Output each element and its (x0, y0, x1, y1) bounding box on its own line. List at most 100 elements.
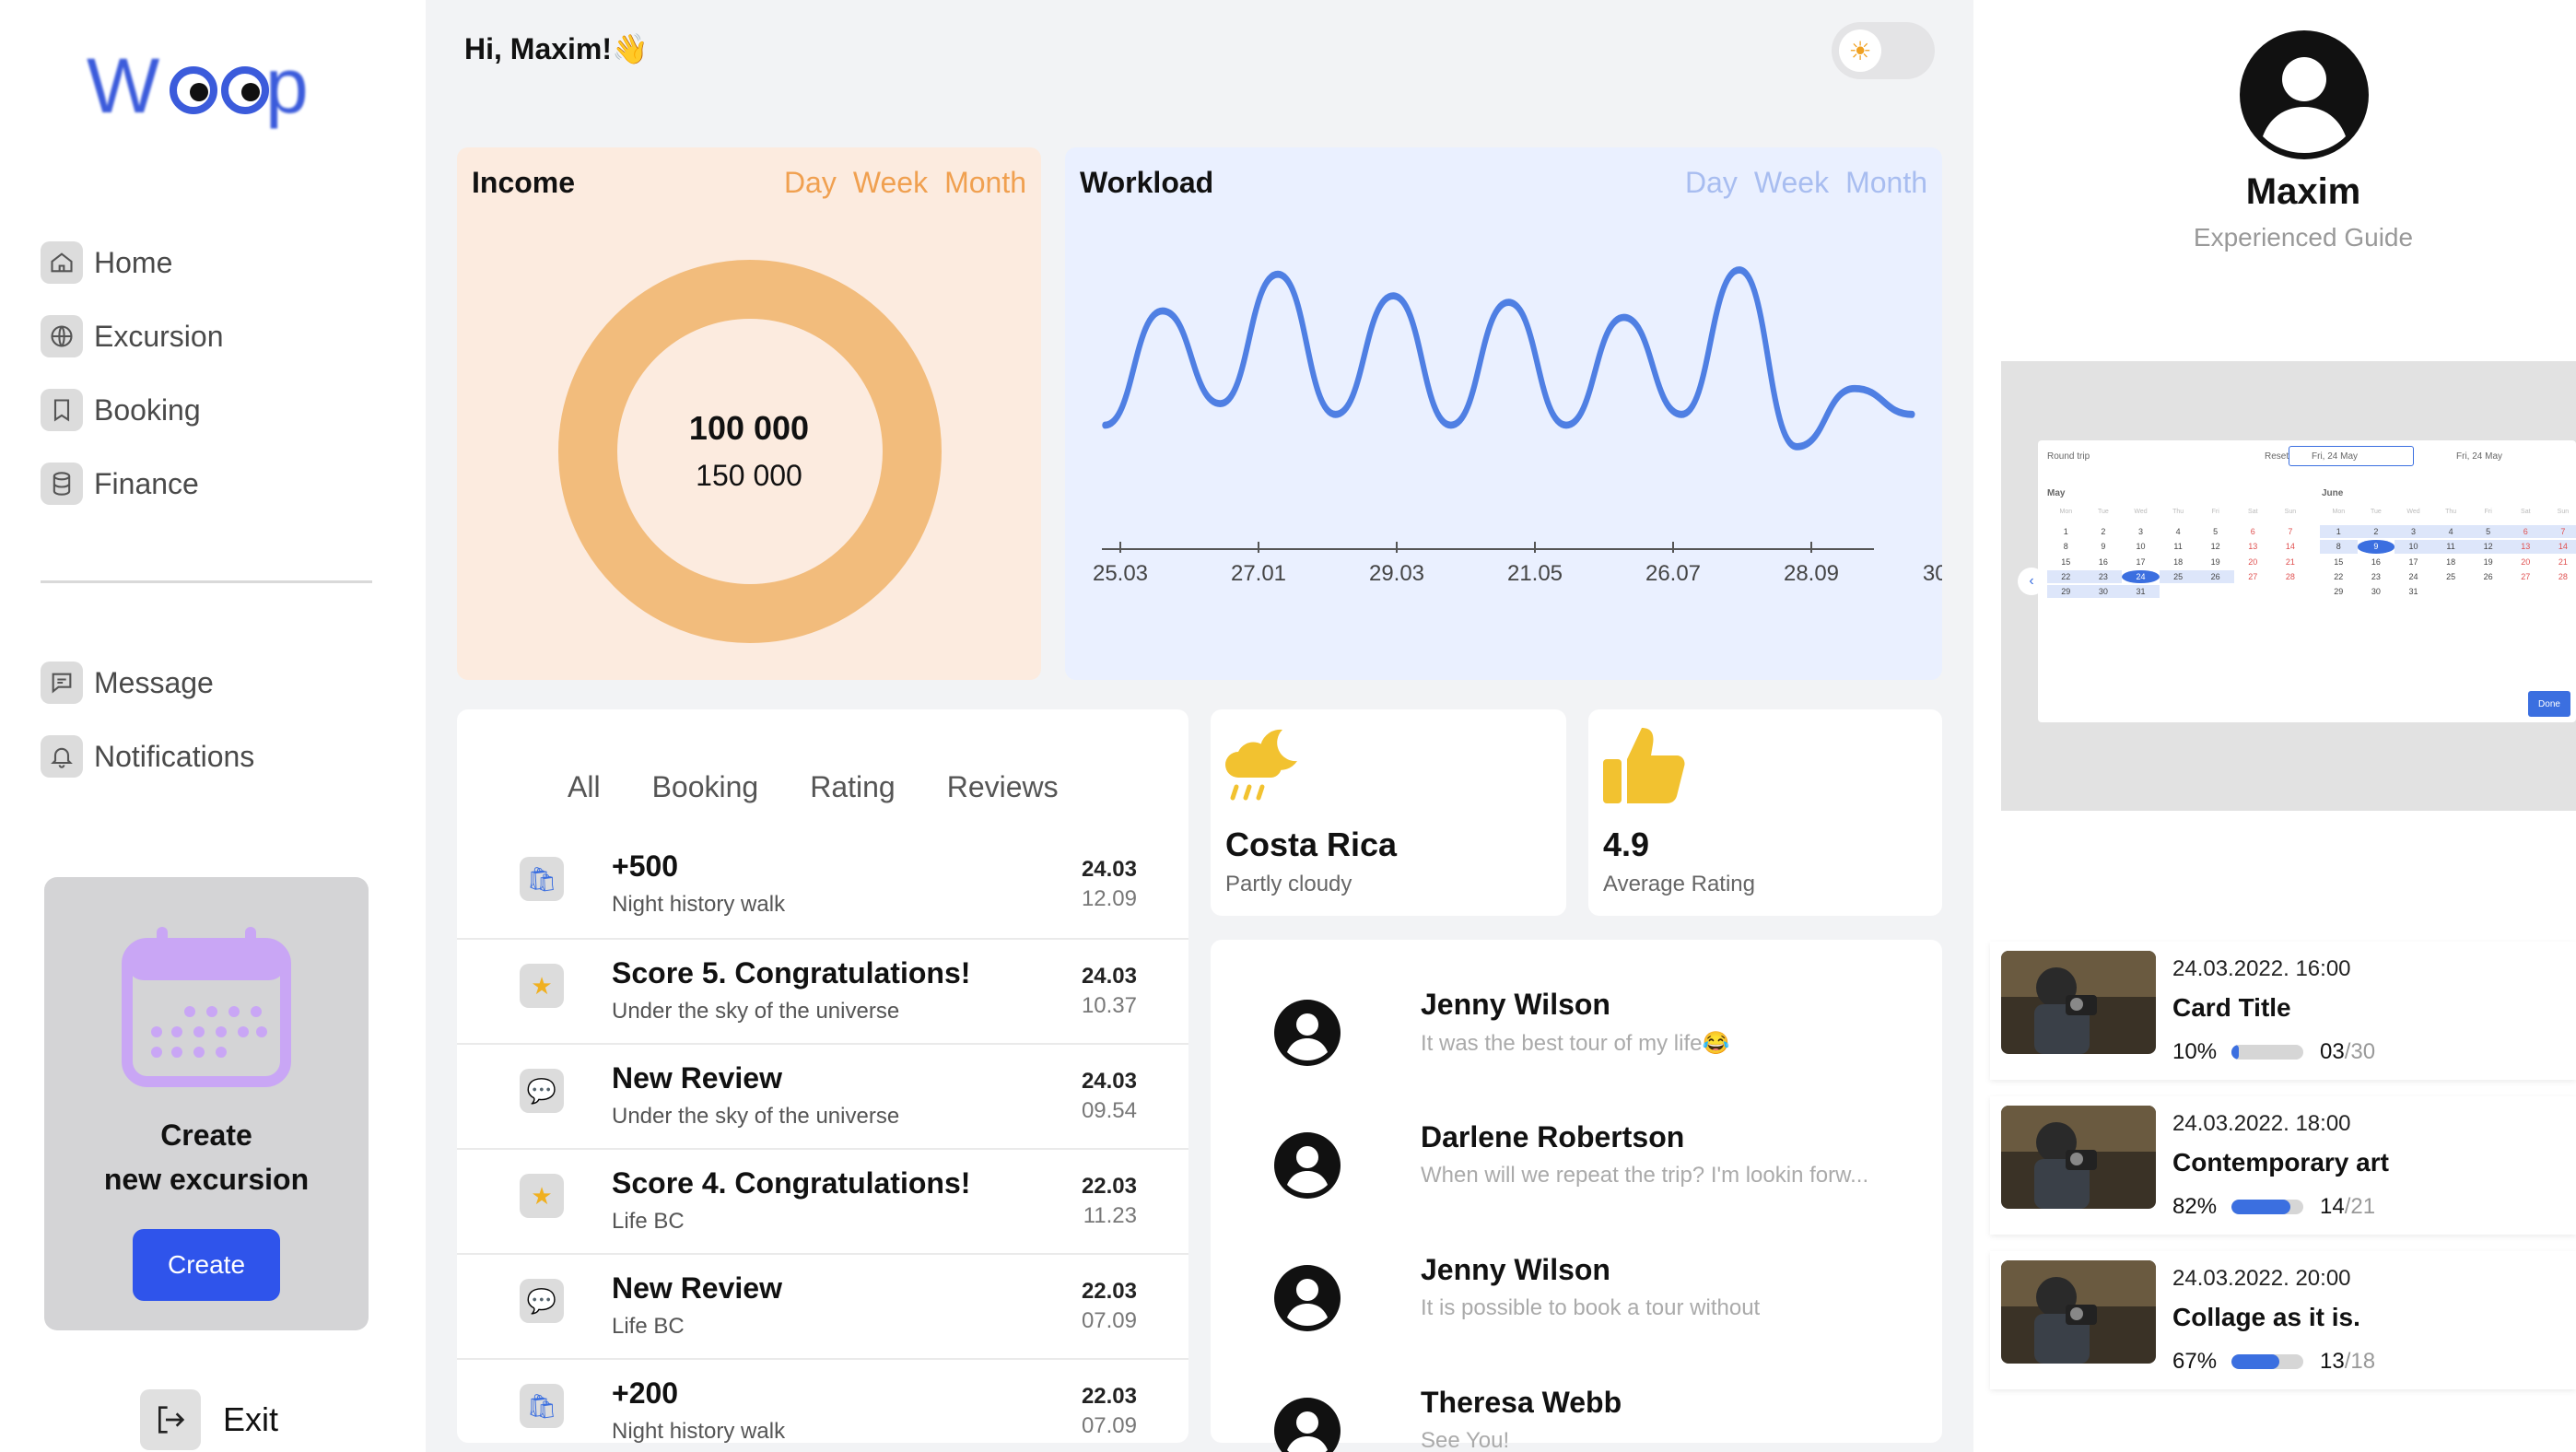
calendar-day[interactable]: 31 (2122, 585, 2160, 599)
calendar-day[interactable]: 8 (2320, 540, 2358, 554)
calendar-day[interactable]: 18 (2160, 556, 2197, 568)
tab-all[interactable]: All (568, 770, 601, 804)
sidebar-item-notifications[interactable]: Notifications (41, 735, 254, 778)
period-day[interactable]: Day (784, 166, 837, 200)
activity-row[interactable]: ★ Score 5. Congratulations! Under the sky … (457, 938, 1188, 1043)
calendar-day[interactable]: 16 (2085, 556, 2123, 568)
theme-toggle[interactable]: ☀ (1832, 22, 1935, 79)
calendar-day[interactable]: 6 (2234, 525, 2272, 538)
calendar-day[interactable]: 13 (2234, 540, 2272, 553)
calendar-day[interactable]: 6 (2507, 525, 2545, 539)
calendar-day[interactable]: 19 (2469, 556, 2507, 568)
done-button[interactable]: Done (2528, 691, 2570, 717)
event-card[interactable]: 24.03.2022. 16:00 Card Title 10% 03/30 (1990, 942, 2576, 1080)
date2-field[interactable]: Fri, 24 May (2456, 451, 2502, 462)
calendar-day[interactable]: 4 (2431, 525, 2470, 539)
activity-row[interactable]: 💬 New Review Under the sky of the universe… (457, 1043, 1188, 1148)
calendar-day[interactable]: 22 (2320, 570, 2358, 583)
calendar-day[interactable]: 28 (2545, 570, 2576, 583)
calendar-day[interactable]: 15 (2047, 556, 2085, 568)
period-day[interactable]: Day (1685, 166, 1738, 200)
calendar-day[interactable]: 7 (2272, 525, 2310, 538)
exit-button[interactable]: Exit (140, 1389, 278, 1450)
tab-booking[interactable]: Booking (652, 770, 759, 804)
activity-row[interactable]: 💬 New Review Life BC 22.03 07.09 (457, 1253, 1188, 1358)
sidebar-item-excursion[interactable]: Excursion (41, 315, 224, 357)
calendar-day[interactable]: 14 (2544, 540, 2576, 554)
calendar-day[interactable]: 7 (2544, 525, 2576, 539)
sidebar-item-message[interactable]: Message (41, 662, 214, 704)
calendar-day[interactable]: 23 (2358, 570, 2395, 583)
event-card[interactable]: 24.03.2022. 18:00 Contemporary art 82% 14/2… (1990, 1096, 2576, 1235)
calendar-day[interactable]: 3 (2395, 525, 2432, 539)
calendar-day[interactable]: 1 (2320, 525, 2358, 539)
calendar-day[interactable]: 26 (2469, 570, 2507, 583)
profile-avatar[interactable] (2237, 28, 2371, 162)
calendar-day[interactable]: 25 (2432, 570, 2470, 583)
calendar-day[interactable]: 19 (2196, 556, 2234, 568)
sidebar-item-finance[interactable]: Finance (41, 463, 199, 505)
calendar-day[interactable]: 15 (2320, 556, 2358, 568)
calendar-day[interactable]: 28 (2272, 570, 2310, 583)
calendar-day[interactable]: 20 (2507, 556, 2545, 568)
period-month[interactable]: Month (944, 166, 1026, 200)
calendar-day[interactable]: 1 (2047, 525, 2085, 538)
calendar-day[interactable]: 9 (2085, 540, 2123, 553)
reset-link[interactable]: Reset (2265, 451, 2289, 462)
calendar-day[interactable]: 20 (2234, 556, 2272, 568)
message-item[interactable]: Darlene Robertson When will we repeat the… (1262, 1120, 1926, 1199)
calendar-day[interactable]: 26 (2196, 569, 2234, 584)
message-item[interactable]: Jenny Wilson It was the best tour of my l… (1262, 988, 1926, 1066)
calendar-day[interactable]: 5 (2469, 525, 2507, 539)
calendar-day[interactable]: 10 (2122, 540, 2160, 553)
sidebar-item-booking[interactable]: Booking (41, 389, 201, 431)
calendar-day[interactable]: 22 (2047, 569, 2085, 584)
calendar-day[interactable]: 8 (2047, 540, 2085, 553)
calendar-day[interactable]: 11 (2431, 540, 2470, 554)
calendar-day[interactable]: 12 (2196, 540, 2234, 553)
tab-reviews[interactable]: Reviews (947, 770, 1059, 804)
calendar-day[interactable]: 2 (2357, 525, 2395, 539)
calendar-day[interactable]: 18 (2432, 556, 2470, 568)
calendar-day[interactable]: 12 (2469, 540, 2507, 554)
app-logo[interactable]: W p (81, 37, 330, 138)
sidebar-item-home[interactable]: Home (41, 241, 172, 284)
calendar-day[interactable]: 27 (2234, 570, 2272, 583)
date1-field[interactable]: Fri, 24 May (2289, 446, 2414, 466)
calendar-day[interactable]: 24 (2122, 569, 2160, 584)
calendar-day[interactable]: 17 (2122, 556, 2160, 568)
tab-rating[interactable]: Rating (810, 770, 896, 804)
calendar-day[interactable]: 31 (2395, 585, 2432, 598)
calendar-day[interactable]: 25 (2159, 569, 2197, 584)
create-button[interactable]: Create (133, 1229, 280, 1301)
calendar-day[interactable]: 24 (2395, 570, 2432, 583)
message-item[interactable]: Jenny Wilson It is possible to book a tou… (1262, 1253, 1926, 1331)
calendar-day[interactable]: 29 (2047, 585, 2085, 599)
activity-row[interactable]: ★ Score 4. Congratulations! Life BC 22.03 11… (457, 1148, 1188, 1253)
period-week[interactable]: Week (1754, 166, 1829, 200)
calendar-day[interactable]: 27 (2507, 570, 2545, 583)
calendar-day[interactable]: 2 (2085, 525, 2123, 538)
calendar-day[interactable]: 4 (2160, 525, 2197, 538)
activity-row[interactable]: 🛍 +500 Night history walk 24.03 12.09 (457, 833, 1188, 938)
calendar-day[interactable]: 13 (2507, 540, 2545, 554)
calendar-day[interactable]: 29 (2320, 585, 2358, 598)
calendar-day[interactable]: 16 (2358, 556, 2395, 568)
period-week[interactable]: Week (853, 166, 928, 200)
calendar-day[interactable]: 11 (2160, 540, 2197, 553)
trip-type[interactable]: Round trip (2047, 451, 2090, 462)
event-card[interactable]: 24.03.2022. 20:00 Collage as it is. 67% 13/… (1990, 1251, 2576, 1389)
calendar-day[interactable]: 10 (2395, 540, 2432, 554)
calendar-day[interactable]: 17 (2395, 556, 2432, 568)
calendar-day[interactable]: 30 (2084, 585, 2123, 599)
activity-row[interactable]: 🛍 +200 Night history walk 22.03 07.09 (457, 1358, 1188, 1452)
period-month[interactable]: Month (1845, 166, 1927, 200)
calendar-day[interactable]: 23 (2084, 569, 2123, 584)
calendar-day[interactable]: 3 (2122, 525, 2160, 538)
calendar-day[interactable]: 30 (2358, 585, 2395, 598)
calendar-day[interactable]: 9 (2357, 540, 2395, 554)
calendar-day[interactable]: 21 (2272, 556, 2310, 568)
calendar-day[interactable]: 5 (2196, 525, 2234, 538)
calendar-day[interactable]: 14 (2272, 540, 2310, 553)
calendar-day[interactable]: 21 (2545, 556, 2576, 568)
